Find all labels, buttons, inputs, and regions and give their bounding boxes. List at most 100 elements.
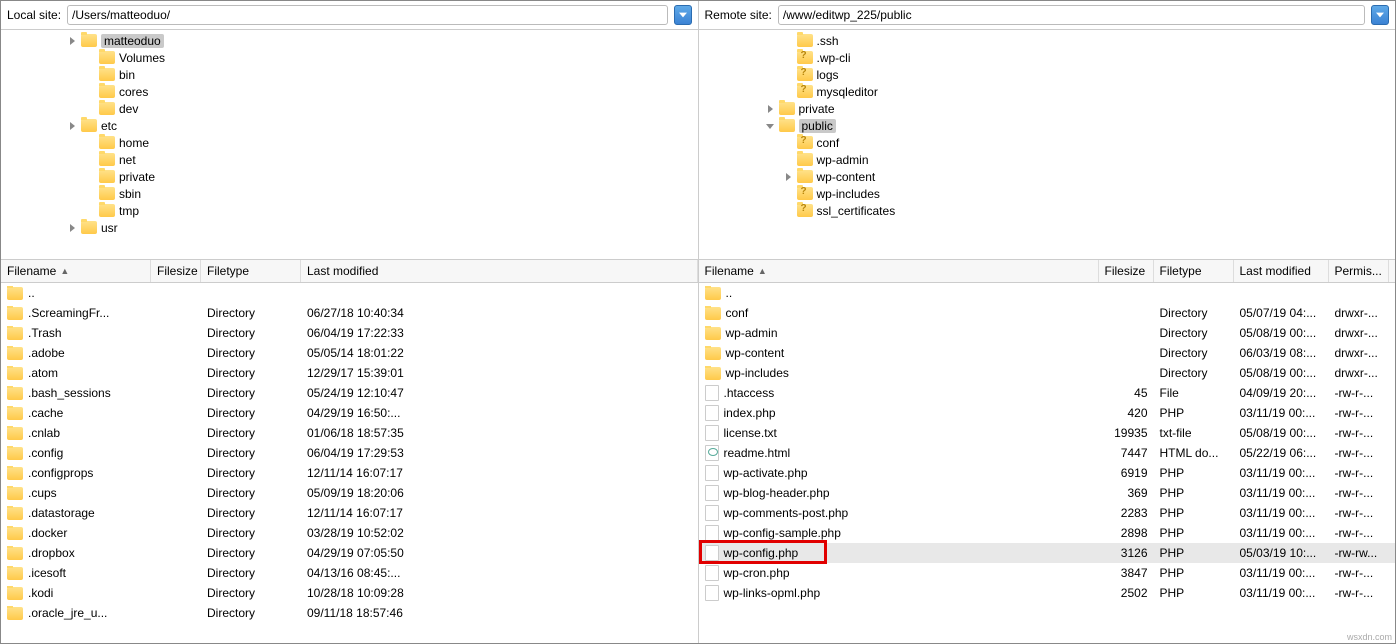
expander-icon[interactable] <box>85 189 95 199</box>
expander-icon[interactable] <box>783 138 793 148</box>
file-row[interactable]: index.php420PHP03/11/19 00:...-rw-r-... <box>699 403 1396 423</box>
file-row[interactable]: confDirectory05/07/19 04:...drwxr-... <box>699 303 1396 323</box>
tree-item[interactable]: private <box>699 100 1396 117</box>
expander-icon[interactable] <box>783 36 793 46</box>
col-filesize[interactable]: Filesize <box>1099 260 1154 282</box>
local-path-input[interactable] <box>67 5 667 25</box>
tree-item[interactable]: logs <box>699 66 1396 83</box>
file-row[interactable]: wp-config.php3126PHP05/03/19 10:...-rw-r… <box>699 543 1396 563</box>
file-row[interactable]: .configpropsDirectory12/11/14 16:07:17 <box>1 463 698 483</box>
file-row[interactable]: wp-blog-header.php369PHP03/11/19 00:...-… <box>699 483 1396 503</box>
expander-icon[interactable] <box>85 206 95 216</box>
file-row[interactable]: wp-cron.php3847PHP03/11/19 00:...-rw-r-.… <box>699 563 1396 583</box>
file-row[interactable]: .. <box>1 283 698 303</box>
file-row[interactable]: wp-includesDirectory05/08/19 00:...drwxr… <box>699 363 1396 383</box>
tree-item[interactable]: wp-admin <box>699 151 1396 168</box>
expander-icon[interactable] <box>85 53 95 63</box>
file-row[interactable]: .dockerDirectory03/28/19 10:52:02 <box>1 523 698 543</box>
file-modified: 09/11/18 18:57:46 <box>301 606 698 620</box>
tree-item[interactable]: wp-includes <box>699 185 1396 202</box>
tree-item[interactable]: tmp <box>1 202 698 219</box>
file-row[interactable]: .configDirectory06/04/19 17:29:53 <box>1 443 698 463</box>
file-row[interactable]: .. <box>699 283 1396 303</box>
expander-icon[interactable] <box>783 70 793 80</box>
file-row[interactable]: .bash_sessionsDirectory05/24/19 12:10:47 <box>1 383 698 403</box>
file-row[interactable]: .htaccess45File04/09/19 20:...-rw-r-... <box>699 383 1396 403</box>
tree-item[interactable]: dev <box>1 100 698 117</box>
local-path-dropdown[interactable] <box>674 5 692 25</box>
tree-item[interactable]: mysqleditor <box>699 83 1396 100</box>
tree-item[interactable]: bin <box>1 66 698 83</box>
tree-item[interactable]: conf <box>699 134 1396 151</box>
file-row[interactable]: .adobeDirectory05/05/14 18:01:22 <box>1 343 698 363</box>
tree-item[interactable]: usr <box>1 219 698 236</box>
tree-item[interactable]: public <box>699 117 1396 134</box>
expander-icon[interactable] <box>67 223 77 233</box>
expander-icon[interactable] <box>67 121 77 131</box>
col-lastmodified[interactable]: Last modified <box>1234 260 1329 282</box>
expander-icon[interactable] <box>67 36 77 46</box>
remote-folder-tree[interactable]: .ssh.wp-clilogsmysqleditorprivatepublicc… <box>699 30 1396 260</box>
col-filename[interactable]: Filename▲ <box>699 260 1099 282</box>
file-row[interactable]: .oracle_jre_u...Directory09/11/18 18:57:… <box>1 603 698 623</box>
file-row[interactable]: .cacheDirectory04/29/19 16:50:... <box>1 403 698 423</box>
local-file-rows[interactable]: ...ScreamingFr...Directory06/27/18 10:40… <box>1 283 698 643</box>
remote-file-rows[interactable]: ..confDirectory05/07/19 04:...drwxr-...w… <box>699 283 1396 643</box>
col-lastmodified[interactable]: Last modified <box>301 260 698 282</box>
tree-item[interactable]: private <box>1 168 698 185</box>
expander-icon[interactable] <box>765 121 775 131</box>
tree-item[interactable]: Volumes <box>1 49 698 66</box>
tree-item[interactable]: .wp-cli <box>699 49 1396 66</box>
expander-icon[interactable] <box>783 206 793 216</box>
file-row[interactable]: .TrashDirectory06/04/19 17:22:33 <box>1 323 698 343</box>
file-row[interactable]: wp-config-sample.php2898PHP03/11/19 00:.… <box>699 523 1396 543</box>
tree-item[interactable]: home <box>1 134 698 151</box>
tree-item[interactable]: ssl_certificates <box>699 202 1396 219</box>
file-row[interactable]: .ScreamingFr...Directory06/27/18 10:40:3… <box>1 303 698 323</box>
remote-path-input[interactable] <box>778 5 1365 25</box>
expander-icon[interactable] <box>85 87 95 97</box>
expander-icon[interactable] <box>85 70 95 80</box>
tree-item[interactable]: wp-content <box>699 168 1396 185</box>
col-filetype[interactable]: Filetype <box>1154 260 1234 282</box>
expander-icon[interactable] <box>783 155 793 165</box>
local-list-header[interactable]: Filename▲ Filesize Filetype Last modifie… <box>1 260 698 283</box>
col-permissions[interactable]: Permis... <box>1329 260 1389 282</box>
file-row[interactable]: wp-contentDirectory06/03/19 08:...drwxr-… <box>699 343 1396 363</box>
local-folder-tree[interactable]: matteoduoVolumesbincoresdevetchomenetpri… <box>1 30 698 260</box>
col-filename[interactable]: Filename▲ <box>1 260 151 282</box>
col-filetype[interactable]: Filetype <box>201 260 301 282</box>
expander-icon[interactable] <box>765 104 775 114</box>
file-row[interactable]: wp-links-opml.php2502PHP03/11/19 00:...-… <box>699 583 1396 603</box>
expander-icon[interactable] <box>783 53 793 63</box>
tree-item[interactable]: cores <box>1 83 698 100</box>
file-row[interactable]: .cupsDirectory05/09/19 18:20:06 <box>1 483 698 503</box>
tree-item[interactable]: etc <box>1 117 698 134</box>
tree-item[interactable]: .ssh <box>699 32 1396 49</box>
file-row[interactable]: .dropboxDirectory04/29/19 07:05:50 <box>1 543 698 563</box>
tree-item[interactable]: matteoduo <box>1 32 698 49</box>
col-filesize[interactable]: Filesize <box>151 260 201 282</box>
tree-item[interactable]: net <box>1 151 698 168</box>
expander-icon[interactable] <box>783 172 793 182</box>
file-row[interactable]: .cnlabDirectory01/06/18 18:57:35 <box>1 423 698 443</box>
file-row[interactable]: .kodiDirectory10/28/18 10:09:28 <box>1 583 698 603</box>
remote-path-dropdown[interactable] <box>1371 5 1389 25</box>
expander-icon[interactable] <box>85 104 95 114</box>
file-row[interactable]: wp-comments-post.php2283PHP03/11/19 00:.… <box>699 503 1396 523</box>
expander-icon[interactable] <box>85 138 95 148</box>
file-row[interactable]: readme.html7447HTML do...05/22/19 06:...… <box>699 443 1396 463</box>
expander-icon[interactable] <box>85 155 95 165</box>
file-row[interactable]: wp-activate.php6919PHP03/11/19 00:...-rw… <box>699 463 1396 483</box>
file-icon <box>705 585 719 601</box>
remote-list-header[interactable]: Filename▲ Filesize Filetype Last modifie… <box>699 260 1396 283</box>
file-row[interactable]: license.txt19935txt-file05/08/19 00:...-… <box>699 423 1396 443</box>
expander-icon[interactable] <box>85 172 95 182</box>
expander-icon[interactable] <box>783 189 793 199</box>
file-row[interactable]: .datastorageDirectory12/11/14 16:07:17 <box>1 503 698 523</box>
tree-item[interactable]: sbin <box>1 185 698 202</box>
expander-icon[interactable] <box>783 87 793 97</box>
file-row[interactable]: .icesoftDirectory04/13/16 08:45:... <box>1 563 698 583</box>
file-row[interactable]: .atomDirectory12/29/17 15:39:01 <box>1 363 698 383</box>
file-row[interactable]: wp-adminDirectory05/08/19 00:...drwxr-..… <box>699 323 1396 343</box>
